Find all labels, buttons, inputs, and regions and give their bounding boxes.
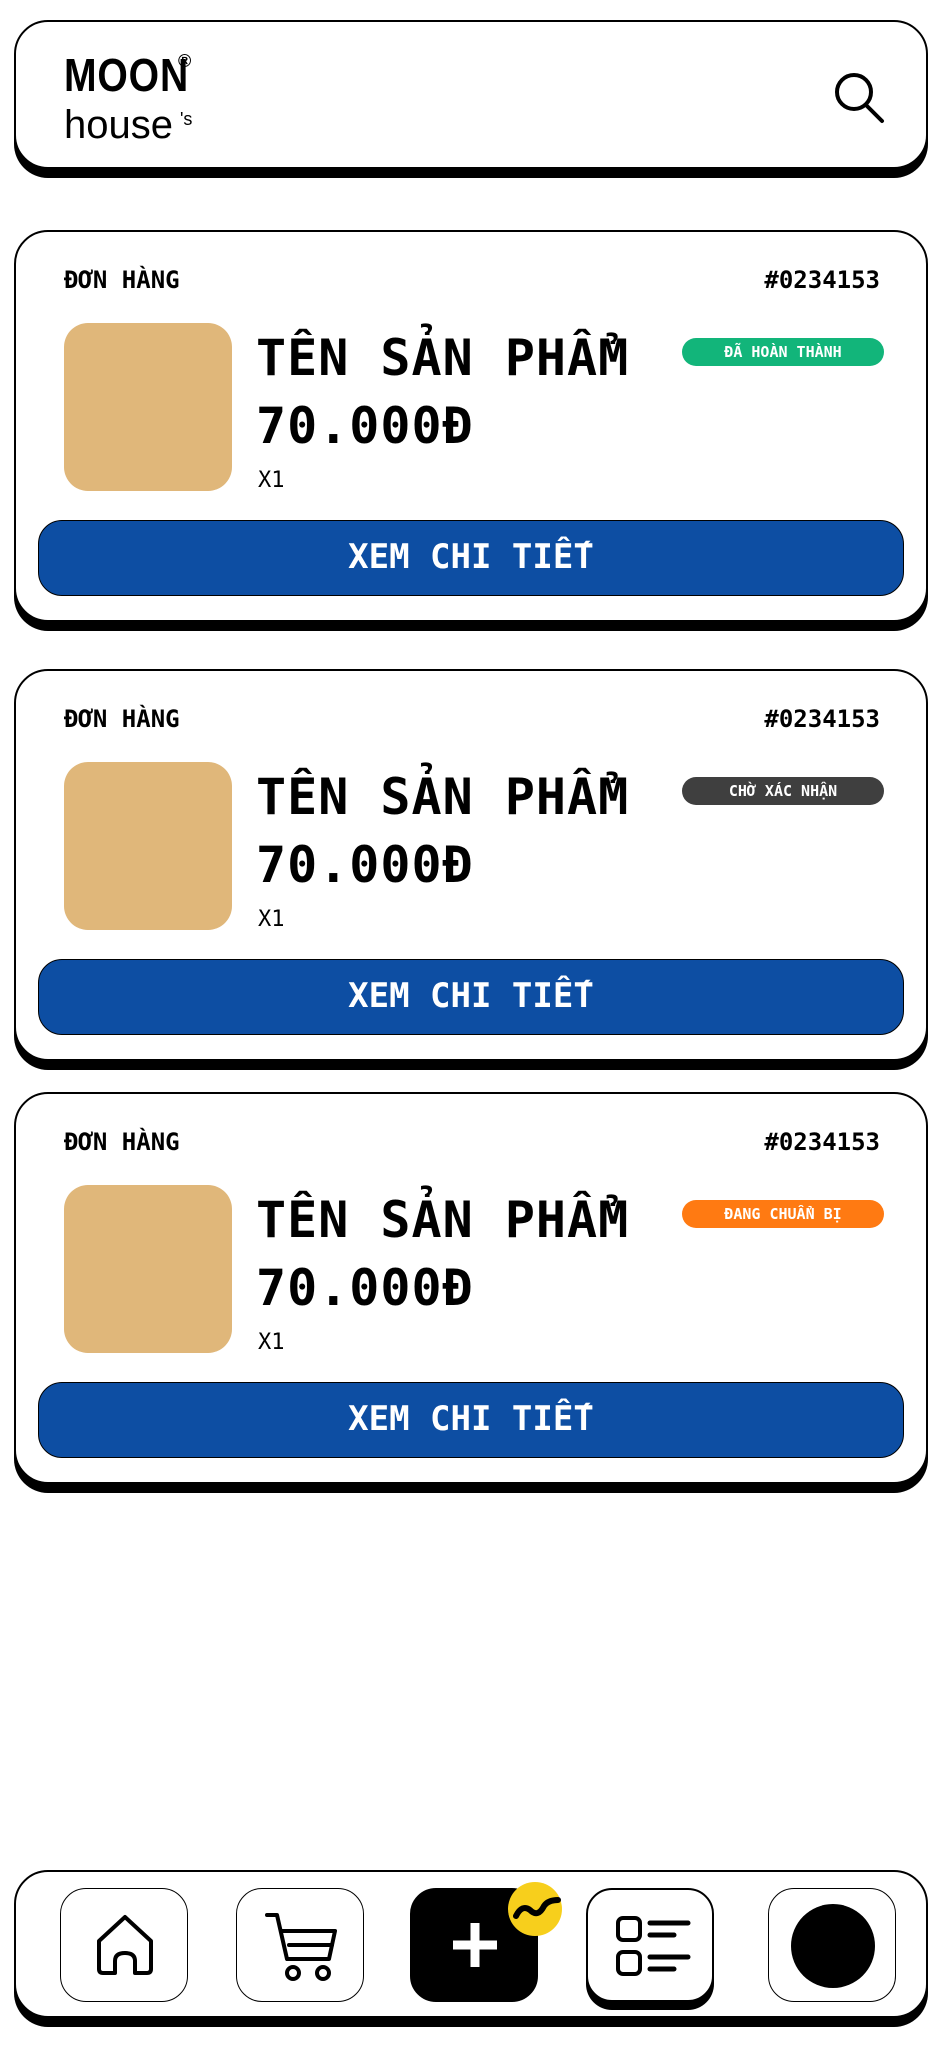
product-quantity: X1	[258, 907, 285, 932]
nav-home-button[interactable]	[60, 1888, 188, 2002]
product-thumbnail[interactable]	[64, 1185, 232, 1353]
brand-logo[interactable]: MOON ® 's house	[64, 52, 204, 152]
nav-cart-button[interactable]	[236, 1888, 364, 2002]
product-price: 70.000Đ	[256, 397, 474, 455]
product-thumbnail[interactable]	[64, 762, 232, 930]
order-id: #0234153	[764, 705, 880, 733]
product-price: 70.000Đ	[256, 836, 474, 894]
product-price: 70.000Đ	[256, 1259, 474, 1317]
product-quantity: X1	[258, 1330, 285, 1355]
status-badge-pending: CHỜ XÁC NHẬN	[682, 777, 884, 805]
profile-avatar-icon	[791, 1904, 875, 1988]
home-icon	[97, 1915, 153, 1975]
bottom-navigation	[14, 1870, 928, 2018]
order-card: ĐƠN HÀNG #0234153 TÊN SẢN PHẨM 70.000Đ X…	[14, 669, 928, 1061]
order-id: #0234153	[764, 266, 880, 294]
logo-house-text: house	[64, 103, 173, 147]
order-id: #0234153	[764, 1128, 880, 1156]
product-quantity: X1	[258, 468, 285, 493]
app-header: MOON ® 's house	[14, 20, 928, 169]
order-card: ĐƠN HÀNG #0234153 TÊN SẢN PHẨM 70.000Đ X…	[14, 1092, 928, 1484]
logo-apostrophe-s: 's	[180, 109, 193, 129]
search-icon	[835, 73, 884, 123]
status-badge-preparing: ĐANG CHUẨN BỊ	[682, 1200, 884, 1228]
order-label: ĐƠN HÀNG	[64, 705, 180, 733]
search-button[interactable]	[832, 70, 888, 126]
status-badge-completed: ĐÃ HOÀN THÀNH	[682, 338, 884, 366]
logo-moon-text: MOON	[64, 49, 190, 101]
order-card: ĐƠN HÀNG #0234153 TÊN SẢN PHẨM 70.000Đ X…	[14, 230, 928, 622]
nav-profile-button[interactable]	[768, 1888, 896, 2002]
product-name: TÊN SẢN PHẨM	[256, 329, 630, 387]
cart-icon	[265, 1913, 337, 1981]
order-label: ĐƠN HÀNG	[64, 1128, 180, 1156]
nav-orders-button[interactable]	[586, 1888, 714, 2002]
view-details-button[interactable]: XEM CHI TIẾT	[38, 1382, 904, 1458]
logo-registered-mark: ®	[178, 51, 192, 71]
orders-list-icon	[616, 1916, 691, 1976]
product-name: TÊN SẢN PHẨM	[256, 1191, 630, 1249]
product-thumbnail[interactable]	[64, 323, 232, 491]
view-details-button[interactable]: XEM CHI TIẾT	[38, 520, 904, 596]
product-name: TÊN SẢN PHẨM	[256, 768, 630, 826]
order-label: ĐƠN HÀNG	[64, 266, 180, 294]
view-details-button[interactable]: XEM CHI TIẾT	[38, 959, 904, 1035]
notification-badge-icon	[508, 1882, 562, 1936]
